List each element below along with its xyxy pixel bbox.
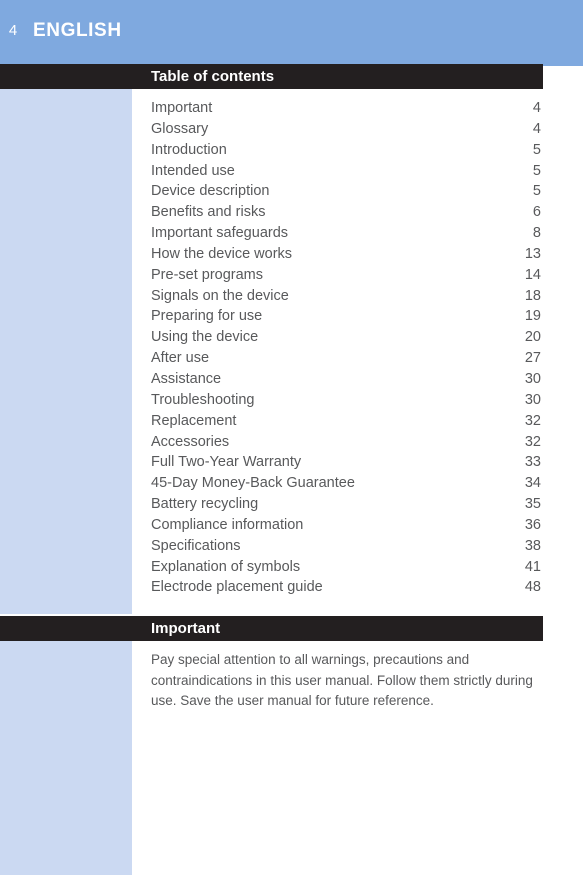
sidebar-decoration-upper	[0, 89, 132, 614]
important-body-text: Pay special attention to all warnings, p…	[151, 652, 533, 708]
toc-entry-page-number: 27	[524, 350, 541, 367]
toc-entry-label: Troubleshooting	[151, 391, 255, 408]
toc-entry[interactable]: Device description 5	[151, 181, 541, 202]
toc-entry[interactable]: Important safeguards 8	[151, 223, 541, 244]
toc-entry[interactable]: Intended use 5	[151, 161, 541, 182]
toc-entry-label: Specifications	[151, 537, 241, 554]
toc-entry-label: Explanation of symbols	[151, 558, 301, 575]
toc-entry-label: Pre-set programs	[151, 266, 264, 283]
toc-entry-label: Electrode placement guide	[151, 579, 323, 596]
toc-entry-page-number: 36	[524, 516, 541, 533]
toc-entry-label: Signals on the device	[151, 287, 289, 304]
toc-entry[interactable]: Accessories 32	[151, 432, 541, 453]
toc-entry[interactable]: Assistance 30	[151, 369, 541, 390]
toc-entry[interactable]: Benefits and risks 6	[151, 202, 541, 223]
toc-entry-label: Benefits and risks	[151, 204, 266, 221]
section-title-table-of-contents: Table of contents	[151, 68, 275, 85]
section-title-important: Important	[151, 620, 221, 637]
toc-entry[interactable]: Glossary 4	[151, 119, 541, 140]
toc-entry-label: How the device works	[151, 245, 293, 262]
toc-entry[interactable]: Pre-set programs 14	[151, 265, 541, 286]
toc-entry[interactable]: Troubleshooting 30	[151, 390, 541, 411]
toc-entry-page-number: 6	[532, 204, 541, 221]
section-bar-important: Important	[0, 616, 543, 641]
toc-entry-label: Full Two-Year Warranty	[151, 454, 302, 471]
toc-entry-label: Battery recycling	[151, 496, 259, 513]
toc-entry[interactable]: Battery recycling 35	[151, 494, 541, 515]
toc-entry-page-number: 4	[532, 100, 541, 116]
toc-entry-page-number: 13	[524, 245, 541, 262]
toc-entry[interactable]: How the device works 13	[151, 244, 541, 265]
toc-entry-page-number: 32	[524, 433, 541, 450]
toc-entry-page-number: 30	[524, 391, 541, 408]
toc-entry-page-number: 5	[532, 183, 541, 200]
toc-entry[interactable]: Using the device 20	[151, 327, 541, 348]
toc-entry-label: Device description	[151, 183, 270, 200]
toc-entry-page-number: 32	[524, 412, 541, 429]
toc-entry-page-number: 4	[532, 120, 541, 137]
toc-entry[interactable]: Preparing for use 19	[151, 306, 541, 327]
toc-entry-page-number: 33	[524, 454, 541, 471]
toc-entry-label: Important safeguards	[151, 225, 289, 242]
toc-entry[interactable]: 45-Day Money-Back Guarantee 34	[151, 473, 541, 494]
table-of-contents-list: Important 4 Glossary 4 Introduction 5 Intended…	[151, 98, 541, 598]
toc-entry-label: Compliance information	[151, 516, 304, 533]
toc-entry-label: Assistance	[151, 370, 222, 387]
toc-entry-page-number: 5	[532, 141, 541, 158]
language-title: ENGLISH	[33, 20, 122, 41]
toc-entry-page-number: 30	[524, 370, 541, 387]
toc-entry-page-number: 20	[524, 329, 541, 346]
toc-entry-label: 45-Day Money-Back Guarantee	[151, 475, 355, 492]
toc-entry[interactable]: After use 27	[151, 348, 541, 369]
toc-entry[interactable]: Electrode placement guide 48	[151, 577, 541, 598]
page-number: 4	[8, 22, 18, 39]
toc-entry-page-number: 8	[532, 225, 541, 242]
toc-entry[interactable]: Introduction 5	[151, 140, 541, 161]
toc-entry-label: After use	[151, 350, 210, 367]
toc-entry[interactable]: Full Two-Year Warranty 33	[151, 452, 541, 473]
toc-entry-label: Introduction	[151, 141, 227, 158]
toc-entry[interactable]: Explanation of symbols 41	[151, 557, 541, 578]
toc-entry[interactable]: Important 4	[151, 98, 541, 119]
page-header-band: 4 ENGLISH	[0, 0, 583, 66]
toc-entry-label: Replacement	[151, 412, 237, 429]
toc-entry-label: Important	[151, 100, 213, 116]
sidebar-decoration-lower	[0, 641, 132, 875]
toc-entry[interactable]: Specifications 38	[151, 536, 541, 557]
toc-entry-label: Glossary	[151, 120, 209, 137]
toc-entry-page-number: 34	[524, 475, 541, 492]
toc-entry-label: Preparing for use	[151, 308, 263, 325]
toc-entry-page-number: 41	[524, 558, 541, 575]
toc-entry[interactable]: Compliance information 36	[151, 515, 541, 536]
toc-entry-page-number: 35	[524, 496, 541, 513]
toc-entry[interactable]: Replacement 32	[151, 411, 541, 432]
toc-entry[interactable]: Signals on the device 18	[151, 286, 541, 307]
toc-entry-label: Using the device	[151, 329, 259, 346]
toc-entry-page-number: 18	[524, 287, 541, 304]
toc-entry-label: Intended use	[151, 162, 235, 179]
toc-entry-page-number: 19	[524, 308, 541, 325]
toc-entry-label: Accessories	[151, 433, 230, 450]
toc-entry-page-number: 48	[524, 579, 541, 596]
toc-entry-page-number: 14	[524, 266, 541, 283]
toc-entry-page-number: 38	[524, 537, 541, 554]
section-bar-table-of-contents: Table of contents	[0, 64, 543, 89]
toc-entry-page-number: 5	[532, 162, 541, 179]
